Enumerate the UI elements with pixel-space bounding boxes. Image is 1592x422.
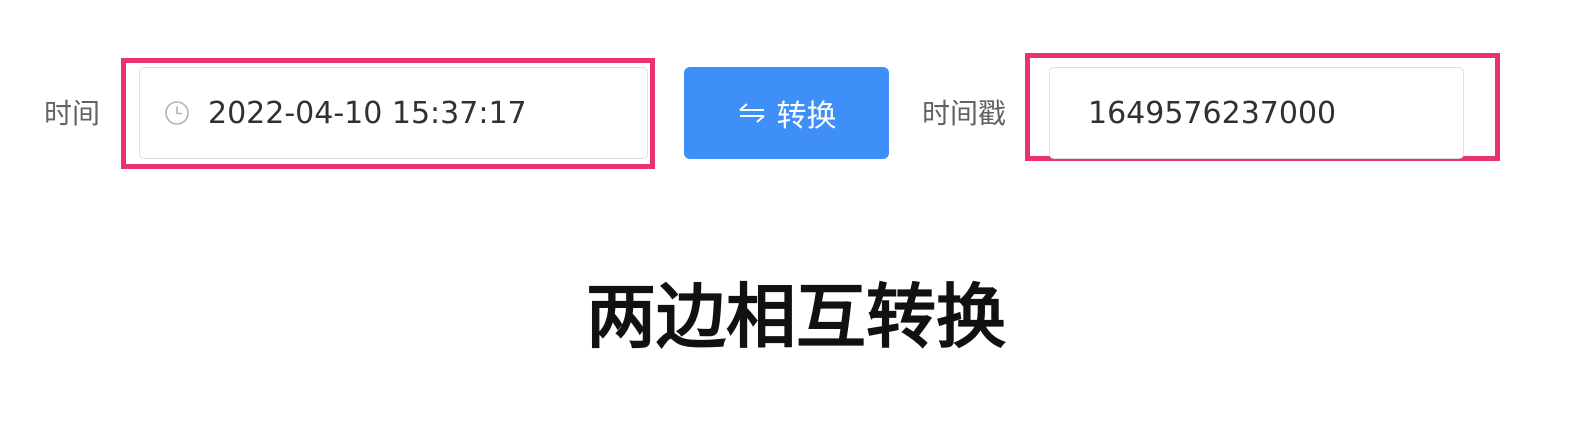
timestamp-input[interactable]: 1649576237000: [1049, 67, 1464, 159]
converter-panel: 时间 2022-04-10 15:37:17 转换 时间戳 1649576237…: [0, 0, 1592, 422]
time-value: 2022-04-10 15:37:17: [208, 95, 527, 131]
convert-button-label: 转换: [776, 100, 837, 133]
timestamp-label: 时间戳: [922, 97, 1007, 130]
clock-icon: [165, 101, 189, 125]
convert-button[interactable]: 转换: [684, 67, 889, 159]
time-label: 时间: [44, 97, 101, 130]
time-input[interactable]: 2022-04-10 15:37:17: [139, 67, 648, 159]
timestamp-value: 1649576237000: [1088, 95, 1337, 131]
caption-text: 两边相互转换: [586, 276, 1006, 358]
swap-arrows-icon: [738, 103, 765, 123]
